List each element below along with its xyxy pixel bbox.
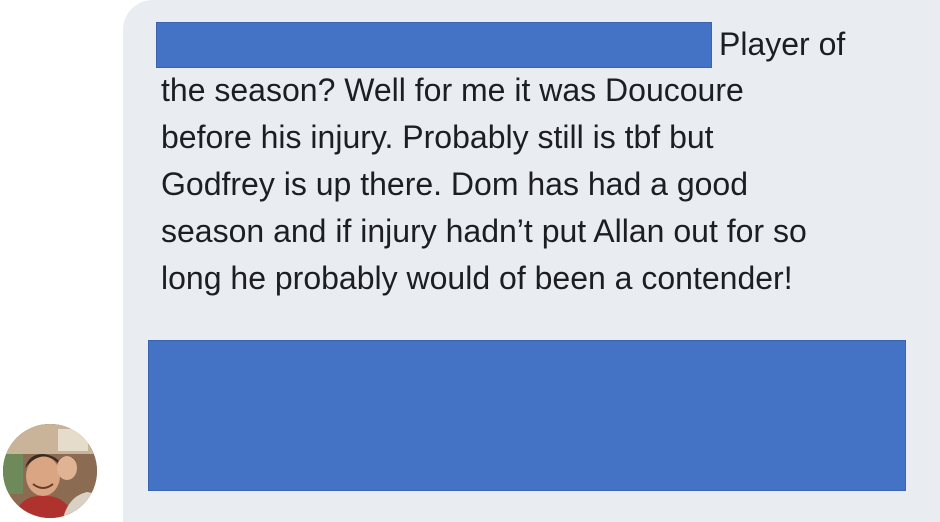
- message-thread: Player of the season? Well for me it was…: [0, 0, 940, 522]
- redacted-sender-name: [156, 22, 712, 68]
- redacted-attachment: [148, 340, 906, 491]
- message-line: Godfrey is up there. Dom has had a good: [161, 166, 749, 202]
- user-avatar-icon[interactable]: [3, 424, 97, 518]
- message-line: before his injury. Probably still is tbf…: [161, 119, 714, 155]
- message-text: the season? Well for me it was Doucoure …: [161, 67, 901, 302]
- avatar-photo-icon: [3, 424, 97, 518]
- message-line: the season? Well for me it was Doucoure: [161, 72, 744, 108]
- message-line: long he probably would of been a contend…: [161, 260, 793, 296]
- message-text-first-line: Player of: [719, 26, 846, 62]
- message-line: season and if injury hadn’t put Allan ou…: [161, 213, 807, 249]
